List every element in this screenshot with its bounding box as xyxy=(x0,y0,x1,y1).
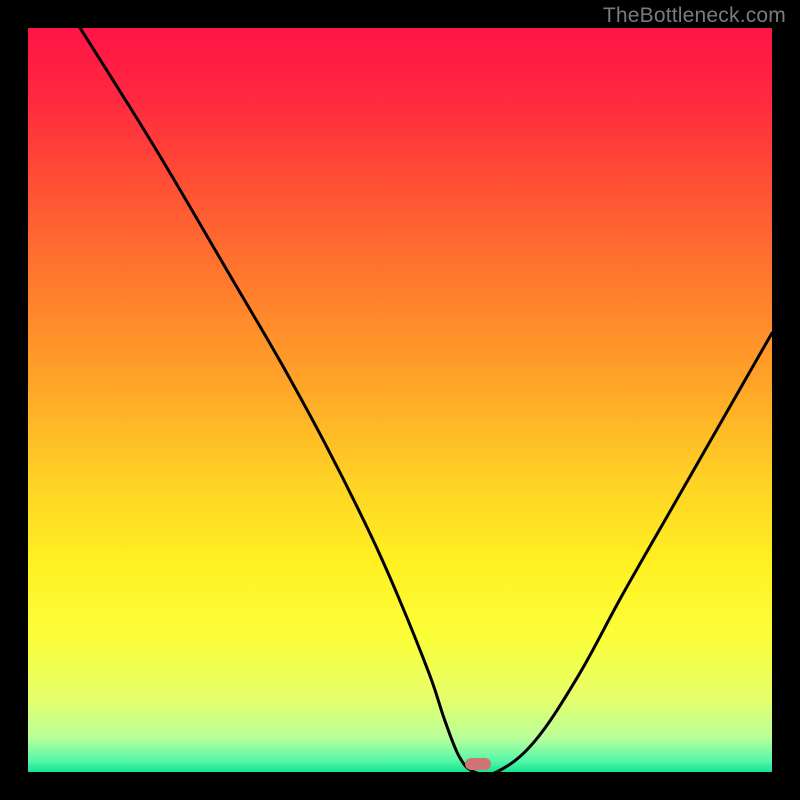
bottleneck-chart xyxy=(28,28,772,772)
optimal-marker xyxy=(465,758,491,770)
plot-area xyxy=(28,28,772,772)
gradient-background xyxy=(28,28,772,772)
chart-frame: TheBottleneck.com xyxy=(0,0,800,800)
watermark-text: TheBottleneck.com xyxy=(603,4,786,28)
